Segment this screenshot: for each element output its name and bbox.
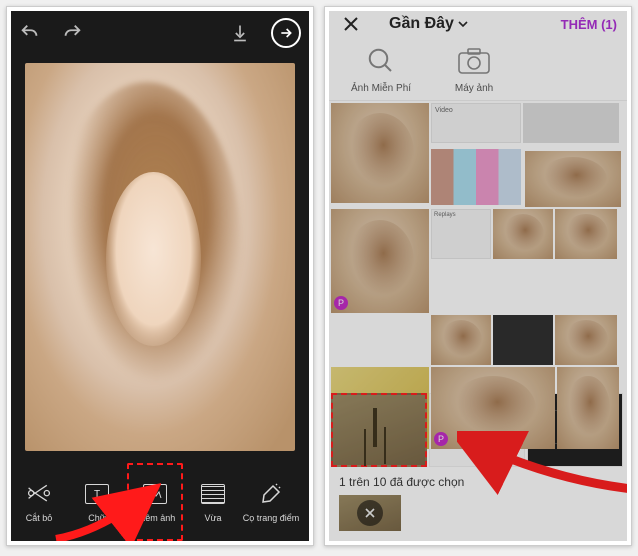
picker-header: Gần Đây THÊM (1): [329, 11, 627, 37]
editor-toolbar: Cắt bỏ T Chữ Thêm ảnh Vừa: [11, 459, 309, 541]
tool-label: Chữ: [88, 513, 106, 523]
tool-brush[interactable]: Cọ trang điểm: [243, 463, 299, 541]
brush-icon: [258, 481, 284, 507]
gallery-thumb[interactable]: [431, 315, 491, 365]
tool-text[interactable]: T Chữ: [69, 463, 125, 541]
tool-label: Cắt bỏ: [26, 513, 53, 523]
gallery-thumb[interactable]: Replays: [431, 209, 491, 259]
tool-add-image[interactable]: Thêm ảnh: [127, 463, 183, 541]
gallery-thumb[interactable]: [555, 209, 617, 259]
gallery-thumb[interactable]: Video: [431, 103, 521, 143]
crop-icon: [26, 481, 52, 507]
undo-icon[interactable]: [19, 22, 41, 44]
gallery-thumb[interactable]: [331, 103, 429, 203]
source-row: Ảnh Miễn Phí Máy ảnh: [329, 37, 627, 101]
source-camera[interactable]: Máy ảnh: [451, 43, 497, 94]
fit-icon: [200, 481, 226, 507]
tool-label: Thêm ảnh: [135, 513, 176, 523]
tool-label: Vừa: [204, 513, 221, 523]
editor-canvas[interactable]: [11, 55, 309, 459]
source-label: Ảnh Miễn Phí: [351, 83, 411, 94]
main-photo: [25, 63, 296, 451]
next-button[interactable]: [271, 18, 301, 48]
title-text: Gần Đây: [389, 15, 454, 33]
download-icon[interactable]: [229, 22, 251, 44]
gallery-thumb[interactable]: [523, 103, 619, 143]
gallery-thumb[interactable]: [493, 315, 553, 365]
tool-more[interactable]: ⋮ Vi: [301, 463, 309, 541]
tray-thumb[interactable]: [339, 495, 401, 531]
gallery-thumb[interactable]: [557, 367, 619, 449]
text-icon: T: [84, 481, 110, 507]
source-free-photos[interactable]: Ảnh Miễn Phí: [351, 43, 411, 94]
image-icon: [142, 481, 168, 507]
picsart-badge-icon: P: [334, 296, 348, 310]
close-icon[interactable]: [339, 12, 363, 36]
gallery-thumb[interactable]: [525, 151, 621, 207]
redo-icon[interactable]: [61, 22, 83, 44]
gallery-grid: Video P Replays P P: [329, 101, 627, 391]
remove-icon[interactable]: [357, 500, 383, 526]
editor-screen: Cắt bỏ T Chữ Thêm ảnh Vừa: [11, 11, 309, 541]
selected-thumb[interactable]: [331, 393, 427, 467]
dots-icon: ⋮: [301, 481, 309, 507]
gallery-thumb[interactable]: [493, 209, 553, 259]
gallery-thumb[interactable]: P: [431, 367, 555, 449]
chevron-down-icon: [458, 19, 468, 29]
gallery-thumb[interactable]: P: [331, 209, 429, 313]
add-button[interactable]: THÊM (1): [561, 17, 617, 32]
picsart-badge-icon: P: [434, 432, 448, 446]
gallery-thumb[interactable]: [431, 149, 521, 205]
picker-title[interactable]: Gần Đây: [389, 15, 468, 33]
gallery-thumb[interactable]: [555, 315, 617, 365]
tool-fit[interactable]: Vừa: [185, 463, 241, 541]
picker-screen: Gần Đây THÊM (1) Ảnh Miễn Phí Máy ảnh: [329, 11, 627, 541]
tool-crop[interactable]: Cắt bỏ: [11, 463, 67, 541]
camera-icon: [451, 43, 497, 79]
tool-label: Cọ trang điểm: [243, 513, 300, 523]
search-icon: [358, 43, 404, 79]
selection-status: 1 trên 10 đã được chọn: [329, 469, 627, 495]
editor-topbar: [11, 11, 309, 55]
source-label: Máy ảnh: [455, 83, 493, 94]
